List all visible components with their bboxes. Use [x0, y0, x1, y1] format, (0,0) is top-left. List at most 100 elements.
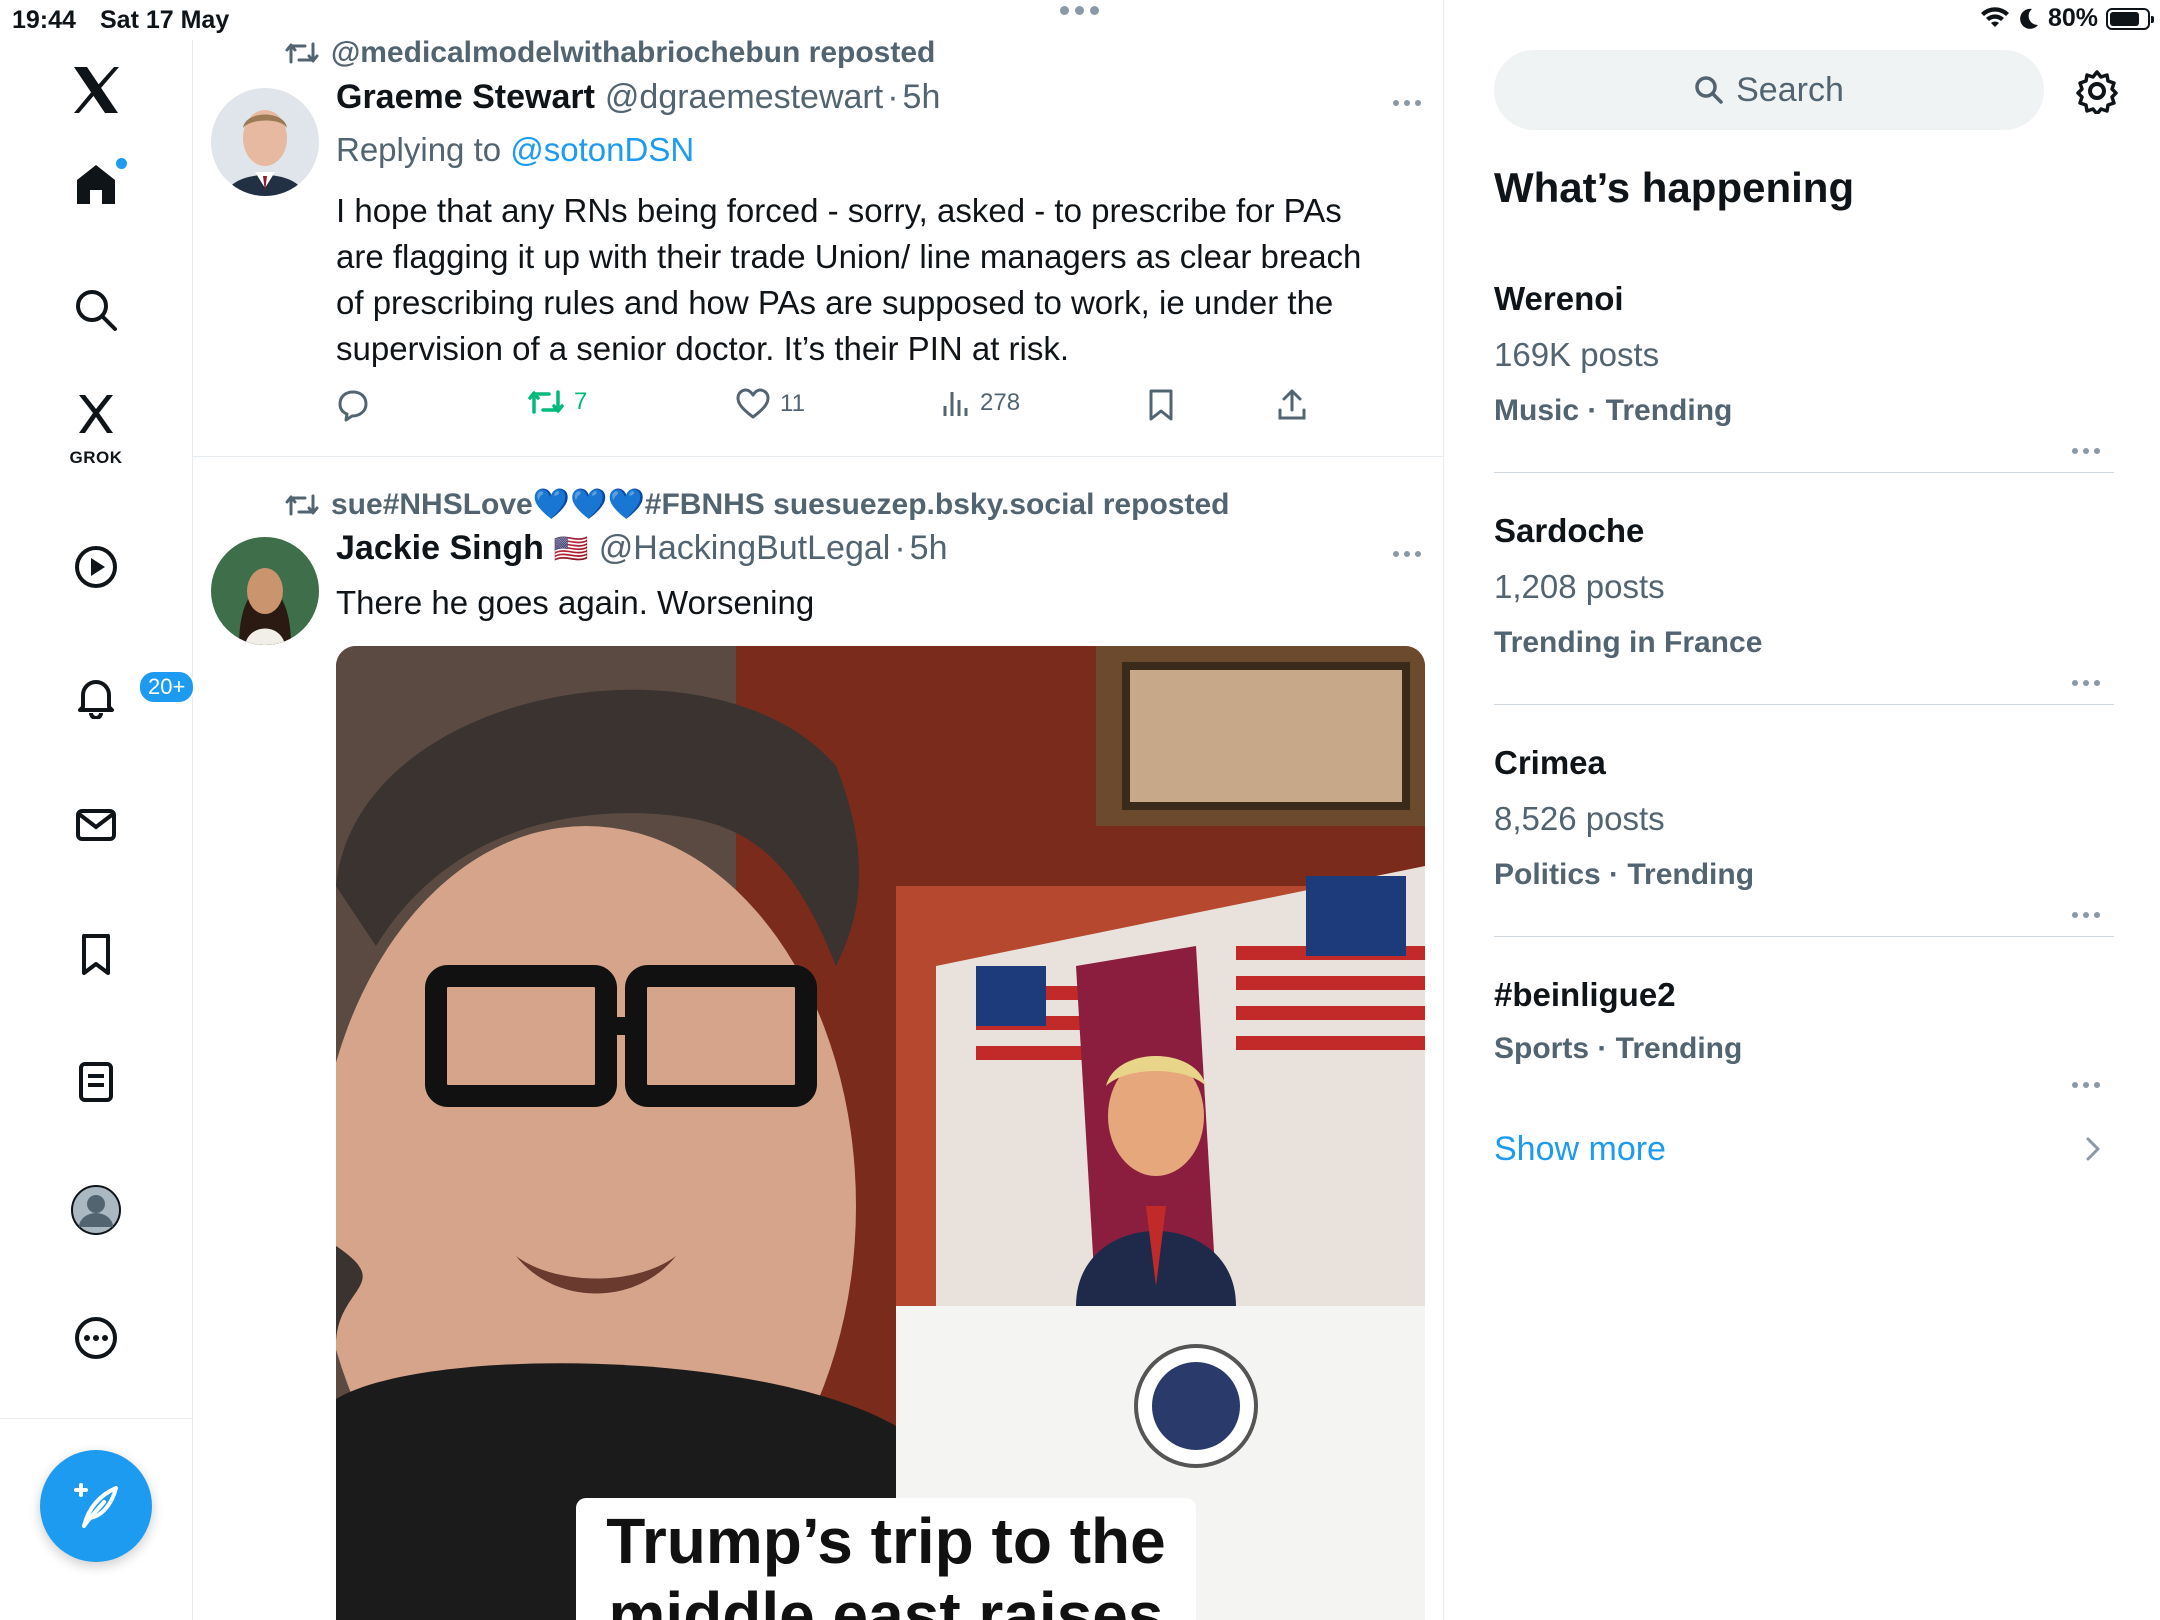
- trend-more-button[interactable]: [2072, 680, 2100, 686]
- video-caption: Trump’s trip to the middle east raises: [576, 1498, 1196, 1620]
- search-bar[interactable]: Search: [1494, 50, 2044, 130]
- sidebar-item-video[interactable]: [48, 519, 144, 615]
- whats-happening-title: What’s happening: [1494, 164, 1855, 211]
- repost-icon: [285, 494, 319, 515]
- tweet[interactable]: @medicalmodelwithabriochebun reposted Gr…: [193, 0, 1443, 457]
- list-icon: [79, 1062, 113, 1102]
- trend-category: Sports · Trending: [1494, 1032, 1743, 1065]
- play-circle-icon: [75, 546, 117, 588]
- status-time: 19:44: [12, 6, 76, 34]
- trend-divider: [1494, 704, 2114, 705]
- sidebar-divider: [0, 1418, 192, 1419]
- wifi-icon: [1980, 6, 2010, 31]
- author-name[interactable]: Jackie Singh: [336, 529, 544, 568]
- trend-item[interactable]: Crimea 8,526 posts Politics · Trending: [1494, 744, 2114, 918]
- sidebar-item-lists[interactable]: [48, 1034, 144, 1130]
- flag-emoji: 🇺🇸: [553, 533, 589, 564]
- avatar[interactable]: [211, 537, 319, 645]
- moon-icon: [2018, 7, 2040, 31]
- trend-name: Sardoche: [1494, 512, 1645, 549]
- profile-avatar-icon: [71, 1185, 121, 1235]
- mail-icon: [76, 809, 116, 841]
- tweet[interactable]: sue#NHSLove💙💙💙#FBNHS suesuezep.bsky.soci…: [193, 457, 1443, 1620]
- reply-context: Replying to @sotonDSN: [336, 131, 694, 169]
- sidebar-item-profile[interactable]: [48, 1162, 144, 1258]
- trend-category: Trending in France: [1494, 626, 1763, 659]
- avatar[interactable]: [211, 88, 319, 196]
- views-count: 278: [980, 389, 1021, 416]
- sidebar-item-search[interactable]: [48, 262, 144, 358]
- trend-item[interactable]: Sardoche 1,208 posts Trending in France: [1494, 512, 2114, 686]
- sidebar-item-messages[interactable]: [48, 777, 144, 873]
- sidebar-item-grok[interactable]: GROK: [48, 378, 144, 474]
- trend-name: Crimea: [1494, 744, 1606, 781]
- home-icon: [77, 165, 115, 204]
- repost-icon: [528, 390, 564, 414]
- tweet-more-button[interactable]: [1393, 100, 1421, 106]
- trend-item[interactable]: Werenoi 169K posts Music · Trending: [1494, 280, 2114, 454]
- repost-button[interactable]: 7: [528, 388, 587, 416]
- reply-icon: [338, 390, 368, 422]
- battery-percent: 80%: [2047, 4, 2098, 32]
- share-icon: [1278, 389, 1306, 420]
- sidebar-nav: GROK 20+: [0, 40, 196, 1620]
- trend-item[interactable]: #beinligue2 Sports · Trending: [1494, 976, 2114, 1088]
- chevron-right-icon[interactable]: [2084, 1136, 2102, 1162]
- trend-name: #beinligue2: [1494, 976, 1676, 1013]
- sidebar-item-more[interactable]: [48, 1290, 144, 1386]
- sidebar-item-home[interactable]: [48, 136, 144, 232]
- search-icon: [1695, 76, 1723, 104]
- author-name[interactable]: Graeme Stewart: [336, 78, 595, 117]
- tweet-more-button[interactable]: [1393, 551, 1421, 557]
- trend-more-button[interactable]: [2072, 912, 2100, 918]
- repost-context: @medicalmodelwithabriochebun reposted: [285, 36, 935, 70]
- trend-category: Politics · Trending: [1494, 858, 1755, 891]
- show-more-link[interactable]: Show more: [1494, 1130, 1666, 1169]
- compose-feather-icon: [74, 1483, 118, 1528]
- reply-button[interactable]: [336, 388, 370, 422]
- repost-context: sue#NHSLove💙💙💙#FBNHS suesuezep.bsky.soci…: [285, 487, 1229, 522]
- trend-divider: [1494, 936, 2114, 937]
- bell-icon: [78, 680, 114, 719]
- grok-label: GROK: [69, 448, 123, 467]
- search-icon: [76, 290, 117, 331]
- home-unread-dot: [114, 156, 129, 171]
- tweet-video[interactable]: Trump’s trip to the middle east raises: [336, 646, 1425, 1620]
- repost-count: 7: [574, 388, 588, 415]
- tweet-text: There he goes again. Worsening: [336, 584, 815, 621]
- tweet-header: Jackie Singh 🇺🇸 @HackingButLegal · 5h: [336, 529, 947, 568]
- sidebar-item-notifications[interactable]: 20+: [48, 648, 196, 744]
- separator: ·: [894, 529, 906, 567]
- author-handle[interactable]: @HackingButLegal: [599, 529, 891, 568]
- heart-icon: [736, 388, 770, 419]
- trend-posts: 1,208 posts: [1494, 568, 1665, 605]
- share-button[interactable]: [1276, 388, 1308, 422]
- trend-category: Music · Trending: [1494, 394, 1733, 427]
- author-handle[interactable]: @dgraemestewart: [605, 78, 883, 117]
- notifications-badge: 20+: [138, 670, 196, 704]
- tweet-text: I hope that any RNs being forced - sorry…: [336, 192, 1362, 367]
- grok-icon: [79, 395, 113, 433]
- views-chart-icon: [943, 392, 968, 416]
- repost-by-label[interactable]: @medicalmodelwithabriochebun reposted: [331, 36, 935, 70]
- bookmark-button[interactable]: [1146, 388, 1176, 422]
- more-circle-icon: [75, 1317, 117, 1359]
- views-button[interactable]: 278: [940, 388, 1020, 418]
- separator: ·: [887, 78, 899, 116]
- sidebar-item-bookmarks[interactable]: [48, 906, 144, 1002]
- trend-more-button[interactable]: [2072, 1082, 2100, 1088]
- trend-more-button[interactable]: [2072, 448, 2100, 454]
- bookmark-icon: [82, 934, 110, 975]
- reply-to-link[interactable]: @sotonDSN: [510, 131, 694, 168]
- tweet-time[interactable]: 5h: [910, 529, 948, 568]
- repost-icon: [285, 42, 319, 64]
- x-logo[interactable]: [48, 42, 144, 138]
- tweet-time[interactable]: 5h: [903, 78, 941, 117]
- avatar-image: [211, 88, 319, 196]
- tweet-actions: 7 11 278: [336, 388, 1336, 428]
- settings-button[interactable]: [2074, 68, 2120, 114]
- compose-button[interactable]: [40, 1450, 152, 1562]
- like-button[interactable]: 11: [736, 388, 805, 420]
- repost-by-label[interactable]: sue#NHSLove💙💙💙#FBNHS suesuezep.bsky.soci…: [331, 487, 1229, 522]
- trend-posts: 169K posts: [1494, 336, 1660, 373]
